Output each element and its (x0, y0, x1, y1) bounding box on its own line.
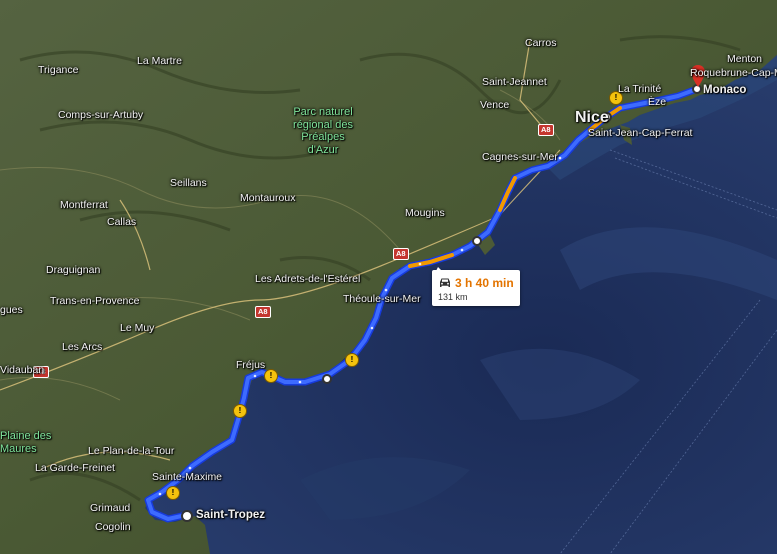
place-label[interactable]: La Martre (137, 56, 182, 67)
park-label-line: Préalpes (301, 131, 345, 144)
waypoint-marker[interactable] (472, 236, 482, 246)
area-label-line: Maures (0, 442, 37, 455)
place-label[interactable]: Théoule-sur-Mer (343, 294, 421, 305)
route-duration: 3 h 40 min (455, 276, 514, 290)
place-label[interactable]: Cogolin (95, 522, 131, 533)
area-label[interactable]: Plaine des Maures (0, 430, 60, 455)
traffic-warning-icon[interactable]: ! (233, 404, 247, 418)
park-label[interactable]: Parc naturel régional des Préalpes d'Azu… (282, 106, 364, 157)
route-info-card[interactable]: 3 h 40 min 131 km (432, 267, 520, 306)
car-icon (440, 278, 450, 287)
road-shield: A8 (538, 124, 554, 136)
place-label[interactable]: Saint-Jeannet (482, 77, 547, 88)
place-label[interactable]: Seillans (170, 178, 207, 189)
area-label-line: Plaine des (0, 430, 52, 442)
place-label[interactable]: Èze (648, 97, 666, 108)
park-label-line: d'Azur (307, 143, 339, 156)
place-label[interactable]: Trans-en-Provence (50, 296, 139, 307)
road-shield: A8 (255, 306, 271, 318)
place-label[interactable]: Mougins (405, 208, 445, 219)
place-label[interactable]: Sainte-Maxime (152, 472, 222, 483)
traffic-warning-icon[interactable]: ! (264, 369, 278, 383)
place-label[interactable]: Le Muy (120, 323, 154, 334)
place-label[interactable]: Roquebrune-Cap-Martin (690, 68, 777, 79)
place-label[interactable]: Callas (107, 217, 136, 228)
route-distance: 131 km (438, 292, 468, 302)
place-label[interactable]: Montauroux (240, 193, 295, 204)
place-label[interactable]: gues (0, 305, 23, 316)
place-label[interactable]: Montferrat (60, 200, 108, 211)
place-label[interactable]: Saint-Jean-Cap-Ferrat (588, 128, 692, 139)
place-label[interactable]: Cagnes-sur-Mer (482, 152, 558, 163)
place-label[interactable]: Trigance (38, 65, 78, 76)
park-label-line: régional des (293, 118, 353, 131)
place-label[interactable]: Le Plan-de-la-Tour (88, 446, 174, 457)
destination-label[interactable]: Monaco (703, 84, 746, 97)
place-label[interactable]: Carros (525, 38, 557, 49)
waypoint-marker[interactable] (322, 374, 332, 384)
road-shield: A8 (393, 248, 409, 260)
traffic-warning-icon[interactable]: ! (166, 486, 180, 500)
place-label[interactable]: Grimaud (90, 503, 130, 514)
place-label[interactable]: Vidauban (0, 365, 44, 376)
place-label[interactable]: La Trinité (618, 84, 661, 95)
origin-label[interactable]: Saint-Tropez (196, 509, 265, 522)
place-label[interactable]: Les Adrets-de-l'Estérel (255, 274, 360, 285)
origin-marker[interactable] (181, 510, 193, 522)
place-label[interactable]: Vence (480, 100, 509, 111)
traffic-warning-icon[interactable]: ! (345, 353, 359, 367)
map-canvas[interactable]: ! ! ! ! ! A8 A8 A8 A8 Trigance La Martre… (0, 0, 777, 554)
park-label-line: Parc naturel (293, 106, 353, 118)
place-label[interactable]: La Garde-Freinet (35, 463, 115, 474)
place-label[interactable]: Draguignan (46, 265, 100, 276)
place-label[interactable]: Comps-sur-Artuby (58, 110, 143, 121)
place-label[interactable]: Menton (727, 54, 762, 65)
city-label[interactable]: Nice (575, 110, 609, 126)
place-label[interactable]: Fréjus (236, 360, 265, 371)
place-label[interactable]: Les Arcs (62, 342, 102, 353)
